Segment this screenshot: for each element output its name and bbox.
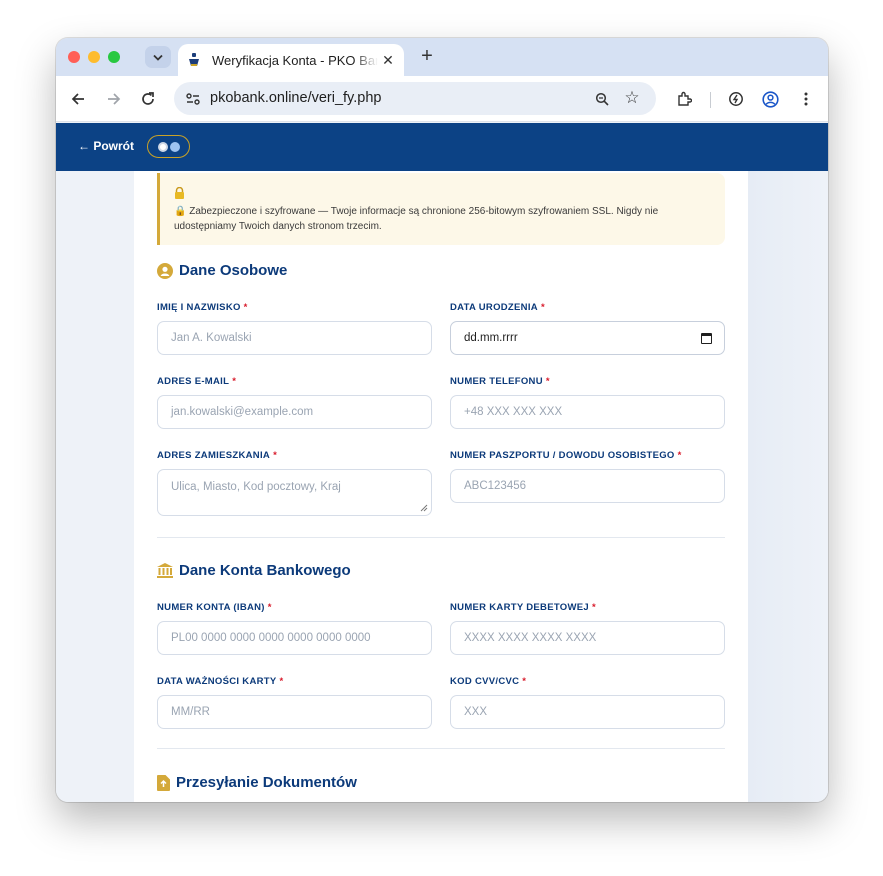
security-notice: 🔒 Zabezpieczone i szyfrowane — Twoje inf… <box>157 173 725 245</box>
new-tab-button[interactable]: + <box>416 46 438 68</box>
performance-icon[interactable] <box>726 89 746 109</box>
chevron-down-icon <box>153 54 163 61</box>
tab-close-icon[interactable]: ✕ <box>380 52 396 69</box>
full-name-label: IMIĘ I NAZWISKO * <box>157 302 248 313</box>
file-upload-icon <box>157 774 170 791</box>
email-label: ADRES E-MAIL * <box>157 376 237 387</box>
tab-title: Weryfikacja Konta - PKO Bank Polski <box>212 52 378 68</box>
close-window-button[interactable] <box>68 51 80 63</box>
phone-label: NUMER TELEFONU * <box>450 376 550 387</box>
documents-section-title: Przesyłanie Dokumentów <box>157 774 357 791</box>
reload-icon[interactable] <box>138 89 158 109</box>
iban-input[interactable]: PL00 0000 0000 0000 0000 0000 0000 <box>157 621 432 655</box>
browser-window: Weryfikacja Konta - PKO Bank Polski ✕ + … <box>56 38 828 802</box>
phone-input[interactable]: +48 XXX XXX XXX <box>450 395 725 429</box>
flag-icon <box>169 141 180 152</box>
bank-section-title: Dane Konta Bankowego <box>157 562 351 579</box>
extensions-icon[interactable] <box>674 89 694 109</box>
tab-search-button[interactable] <box>145 46 171 68</box>
id-document-label: NUMER PASZPORTU / DOWODU OSOBISTEGO * <box>450 450 682 461</box>
address-label: ADRES ZAMIESZKANIA * <box>157 450 278 461</box>
back-link[interactable]: ← Powrót <box>78 139 134 153</box>
maximize-window-button[interactable] <box>108 51 120 63</box>
address-textarea[interactable]: Ulica, Miasto, Kod pocztowy, Kraj <box>157 469 432 516</box>
bookmark-star-icon[interactable]: ☆ <box>622 88 642 108</box>
resize-handle-icon[interactable] <box>420 504 428 512</box>
lock-icon <box>174 186 185 204</box>
section-divider <box>157 537 725 538</box>
globe-icon <box>157 141 168 152</box>
tab-strip: Weryfikacja Konta - PKO Bank Polski ✕ + <box>56 38 828 76</box>
bank-icon <box>157 563 173 578</box>
id-document-input[interactable]: ABC123456 <box>450 469 725 503</box>
card-expiry-label: DATA WAŻNOŚCI KARTY * <box>157 676 284 687</box>
calendar-icon[interactable] <box>701 333 712 344</box>
web-page: ← Powrót 🔒 Zabezpieczone i szyfrowane — … <box>56 123 828 802</box>
site-header: ← Powrót <box>56 123 828 171</box>
pko-favicon-icon <box>186 52 202 68</box>
browser-toolbar: pkobank.online/veri_fy.php ☆ <box>56 76 828 122</box>
address-bar[interactable]: pkobank.online/veri_fy.php ☆ <box>174 82 656 115</box>
full-name-input[interactable]: Jan A. Kowalski <box>157 321 432 355</box>
site-settings-icon[interactable] <box>183 89 203 109</box>
birth-date-label: DATA URODZENIA * <box>450 302 545 313</box>
iban-label: NUMER KONTA (IBAN) * <box>157 602 272 613</box>
active-tab[interactable]: Weryfikacja Konta - PKO Bank Polski ✕ <box>178 44 404 76</box>
toolbar-separator <box>710 92 711 108</box>
verification-form-card: 🔒 Zabezpieczone i szyfrowane — Twoje inf… <box>134 171 748 802</box>
minimize-window-button[interactable] <box>88 51 100 63</box>
cvv-label: KOD CVV/CVC * <box>450 676 527 687</box>
back-arrow-icon[interactable] <box>68 89 88 109</box>
security-notice-text: 🔒 Zabezpieczone i szyfrowane — Twoje inf… <box>174 206 659 232</box>
user-circle-icon <box>157 262 173 279</box>
card-number-input[interactable]: XXXX XXXX XXXX XXXX <box>450 621 725 655</box>
url-text: pkobank.online/veri_fy.php <box>210 90 382 106</box>
language-switcher[interactable] <box>147 135 190 158</box>
card-number-label: NUMER KARTY DEBETOWEJ * <box>450 602 596 613</box>
card-expiry-input[interactable]: MM/RR <box>157 695 432 729</box>
page-background <box>748 171 828 802</box>
email-input[interactable]: jan.kowalski@example.com <box>157 395 432 429</box>
forward-arrow-icon[interactable] <box>104 89 124 109</box>
birth-date-input[interactable]: dd.mm.rrrr <box>450 321 725 355</box>
cvv-input[interactable]: XXX <box>450 695 725 729</box>
more-menu-icon[interactable] <box>796 89 816 109</box>
profile-avatar-icon[interactable] <box>760 89 780 109</box>
section-divider <box>157 748 725 749</box>
zoom-icon[interactable] <box>592 89 612 109</box>
personal-section-title: Dane Osobowe <box>157 262 287 279</box>
